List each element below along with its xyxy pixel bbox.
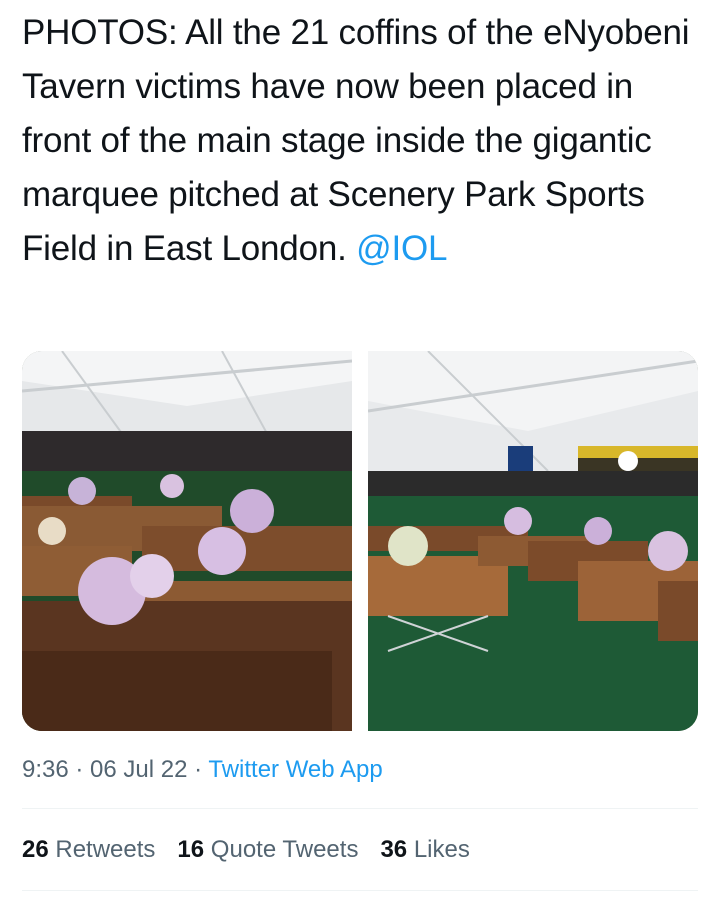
coffins-photo-right-icon bbox=[368, 351, 698, 731]
likes-label: Likes bbox=[413, 836, 470, 863]
tweet-date[interactable]: 06 Jul 22 bbox=[90, 756, 187, 783]
tweet: PHOTOS: All the 21 coffins of the eNyobe… bbox=[0, 0, 720, 910]
tweet-text: PHOTOS: All the 21 coffins of the eNyobe… bbox=[22, 6, 702, 276]
quote-tweets-stat[interactable]: 16 Quote Tweets bbox=[177, 832, 358, 868]
media-grid bbox=[22, 351, 698, 731]
meta-separator: · bbox=[68, 756, 91, 783]
likes-stat[interactable]: 36 Likes bbox=[380, 832, 469, 868]
likes-count: 36 bbox=[380, 836, 408, 863]
divider bbox=[22, 890, 698, 891]
photo-left[interactable] bbox=[22, 351, 352, 731]
photo-right[interactable] bbox=[368, 351, 698, 731]
divider bbox=[22, 808, 698, 809]
mention-link[interactable]: @IOL bbox=[356, 229, 447, 268]
retweets-count: 26 bbox=[22, 836, 49, 863]
tweet-time[interactable]: 9:36 bbox=[22, 756, 69, 783]
meta-separator: · bbox=[187, 756, 209, 783]
tweet-stats: 26 Retweets 16 Quote Tweets 36 Likes bbox=[22, 832, 470, 868]
quotes-count: 16 bbox=[177, 836, 205, 863]
tweet-source[interactable]: Twitter Web App bbox=[208, 756, 382, 783]
coffins-photo-left-icon bbox=[22, 351, 352, 731]
tweet-meta: 9:36 · 06 Jul 22 · Twitter Web App bbox=[22, 752, 383, 788]
retweets-label: Retweets bbox=[55, 836, 156, 863]
quotes-label: Quote Tweets bbox=[210, 836, 359, 863]
retweets-stat[interactable]: 26 Retweets bbox=[22, 832, 155, 868]
